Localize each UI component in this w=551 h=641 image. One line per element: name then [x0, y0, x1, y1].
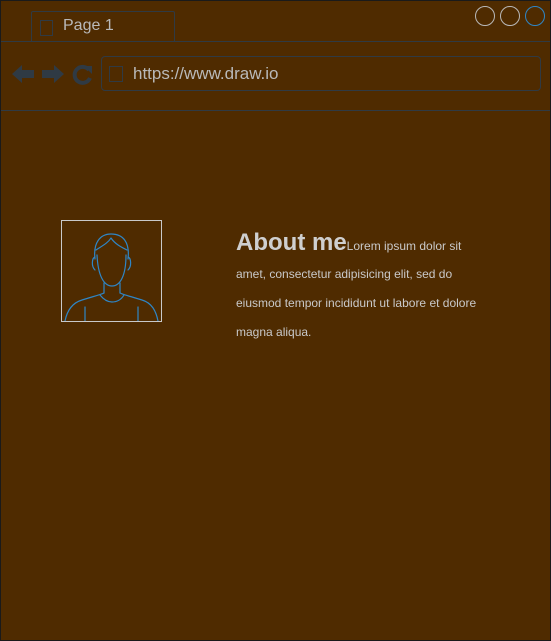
about-text-line-4: magna aliqua. [236, 325, 312, 339]
about-section: About meLorem ipsum dolor sit amet, cons… [236, 226, 506, 347]
about-heading: About me [236, 229, 347, 256]
tab-strip: Page 1 [1, 1, 550, 42]
about-text-line-1: Lorem ipsum dolor sit [346, 239, 462, 253]
browser-window: Page 1 https://www.draw.io About meLorem… [0, 0, 551, 641]
about-first-line: About meLorem ipsum dolor sit [236, 226, 506, 260]
page-icon [40, 20, 53, 36]
back-arrow-icon[interactable] [11, 64, 35, 84]
url-text[interactable]: https://www.draw.io [133, 64, 279, 84]
maximize-button[interactable] [500, 6, 520, 26]
about-text-line-3: eiusmod tempor incididunt ut labore et d… [236, 296, 477, 310]
refresh-icon[interactable] [71, 64, 93, 86]
user-avatar-icon [64, 233, 159, 321]
profile-avatar [61, 220, 162, 322]
close-button[interactable] [525, 6, 545, 26]
about-text-line-2: amet, consectetur adipisicing elit, sed … [236, 267, 453, 281]
address-bar[interactable]: https://www.draw.io [101, 56, 541, 91]
forward-arrow-icon[interactable] [41, 64, 65, 84]
navigation-bar: https://www.draw.io [1, 42, 550, 111]
tab-page-1[interactable]: Page 1 [31, 11, 175, 41]
page-icon [109, 66, 123, 82]
tab-label: Page 1 [63, 17, 114, 34]
minimize-button[interactable] [475, 6, 495, 26]
